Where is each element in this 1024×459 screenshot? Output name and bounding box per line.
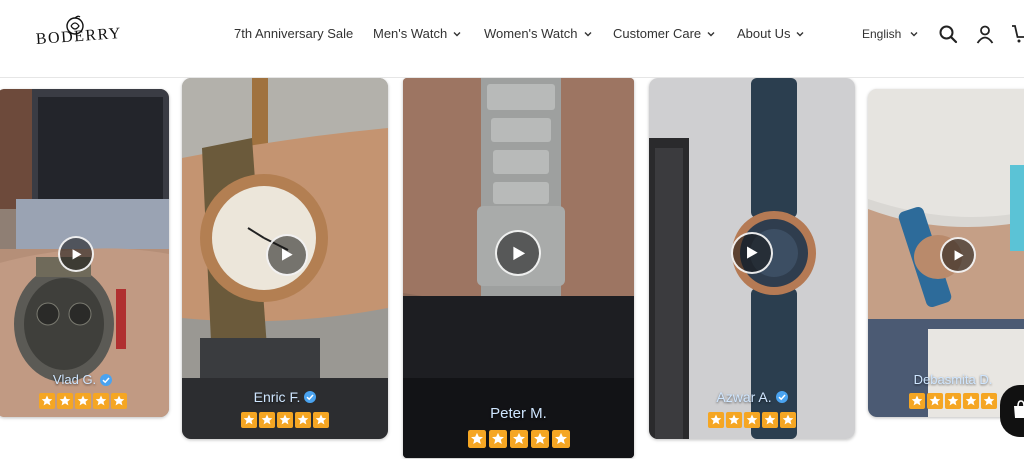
star-rating	[0, 393, 169, 409]
verified-check-icon	[775, 391, 788, 403]
verified-check-icon	[304, 391, 317, 403]
reviewer-name-text: Debasmita D.	[913, 372, 993, 387]
chevron-down-icon	[910, 32, 918, 37]
star-icon	[762, 412, 778, 428]
star-icon	[488, 430, 507, 448]
star-icon	[56, 393, 73, 409]
star-icon	[110, 393, 127, 409]
play-icon	[954, 249, 964, 261]
nav-item-womens-watch[interactable]: Women's Watch	[484, 26, 593, 41]
nav-item-anniversary-sale[interactable]: 7th Anniversary Sale	[234, 26, 353, 41]
nav-item-label: Women's Watch	[484, 26, 578, 41]
star-icon	[259, 412, 275, 428]
review-video-card[interactable]: Debasmita D.	[868, 89, 1024, 417]
nav-item-about-us[interactable]: About Us	[737, 26, 805, 41]
play-icon	[512, 246, 525, 260]
side-tab[interactable]	[1010, 165, 1024, 251]
star-icon	[945, 393, 961, 409]
reviewer-name-text: Vlad G.	[52, 372, 97, 387]
chevron-down-icon	[453, 31, 461, 36]
star-rating	[649, 412, 855, 428]
star-icon	[92, 393, 109, 409]
chevron-down-icon	[707, 31, 715, 36]
verified-check-icon	[100, 373, 113, 386]
nav-item-customer-care[interactable]: Customer Care	[613, 26, 716, 41]
star-icon	[295, 412, 311, 428]
reviewer-name: Enric F.	[182, 389, 388, 405]
language-selector[interactable]: English	[862, 27, 919, 41]
search-icon[interactable]	[938, 24, 958, 44]
star-icon	[744, 412, 760, 428]
play-icon	[282, 248, 294, 262]
reviewer-name: Peter M.	[403, 405, 634, 422]
reviewer-name-text: Azwar A.	[716, 389, 772, 405]
star-icon	[38, 393, 55, 409]
star-icon	[708, 412, 724, 428]
reviewer-name-text: Enric F.	[253, 389, 301, 405]
star-icon	[313, 412, 329, 428]
star-icon	[551, 430, 570, 448]
star-icon	[74, 393, 91, 409]
user-icon[interactable]	[975, 24, 995, 44]
star-icon	[726, 412, 742, 428]
reviewer-name-text: Peter M.	[490, 405, 547, 422]
star-icon	[927, 393, 943, 409]
brand-name: BODERRY	[35, 25, 123, 48]
site-header: BODERRY 7th Anniversary Sale Men's Watch…	[0, 0, 1024, 78]
chat-button[interactable]	[1000, 385, 1024, 437]
play-button[interactable]	[495, 230, 541, 276]
play-button[interactable]	[266, 234, 308, 276]
chat-bag-icon	[1014, 400, 1024, 418]
nav-item-label: 7th Anniversary Sale	[234, 26, 354, 41]
language-label: English	[862, 27, 902, 41]
nav-item-label: Men's Watch	[373, 26, 448, 41]
star-icon	[241, 412, 257, 428]
star-rating	[182, 412, 388, 428]
star-icon	[909, 393, 925, 409]
nav-item-mens-watch[interactable]: Men's Watch	[373, 26, 462, 41]
star-icon	[963, 393, 979, 409]
reviewer-name: Vlad G.	[0, 372, 169, 387]
play-icon	[72, 248, 82, 260]
review-video-card[interactable]: Azwar A.	[649, 78, 855, 439]
reviewer-name: Debasmita D.	[868, 372, 1024, 387]
reviewer-name: Azwar A.	[649, 389, 855, 405]
star-rating	[403, 430, 634, 448]
nav-item-label: Customer Care	[613, 26, 702, 41]
review-video-card[interactable]: Vlad G.	[0, 89, 169, 417]
play-icon	[747, 246, 759, 260]
play-button[interactable]	[940, 237, 976, 273]
star-icon	[509, 430, 528, 448]
review-video-card[interactable]: Peter M.	[403, 78, 634, 458]
chevron-down-icon	[796, 31, 804, 36]
review-video-card[interactable]: Enric F.	[182, 78, 388, 439]
nav-item-label: About Us	[737, 26, 791, 41]
star-icon	[467, 430, 486, 448]
star-icon	[981, 393, 997, 409]
chevron-down-icon	[584, 31, 592, 36]
star-icon	[277, 412, 293, 428]
brand-logo[interactable]: BODERRY	[35, 14, 122, 54]
star-icon	[530, 430, 549, 448]
star-icon	[780, 412, 796, 428]
review-video-carousel: Vlad G. Enric F. Peter M. Azwar A. Debas…	[0, 78, 1024, 459]
play-button[interactable]	[731, 232, 773, 274]
play-button[interactable]	[58, 236, 94, 272]
cart-icon[interactable]	[1011, 24, 1024, 44]
